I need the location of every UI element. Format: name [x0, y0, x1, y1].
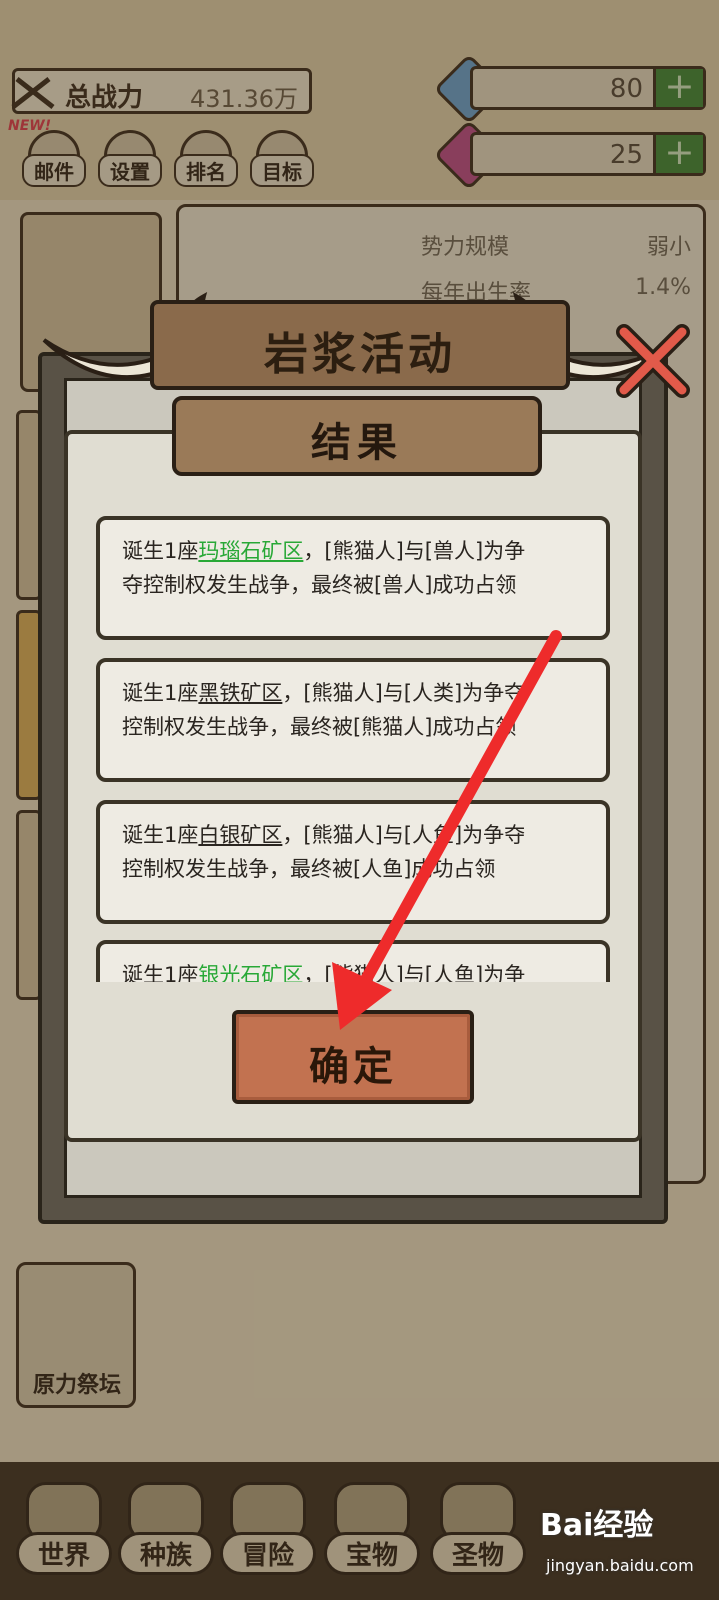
result-line-2: 控制权发生战争，最终被[熊猫人]成功占领 [122, 715, 517, 739]
result-line-1: 诞生1座银光石矿区，[熊猫人]与[人鱼]为争 [122, 958, 584, 982]
result-line-1: 诞生1座玛瑙石矿区，[熊猫人]与[兽人]为争 [122, 539, 526, 563]
baidu-jingyan-watermark: Bai经验 jingyan.baidu.com [540, 1500, 710, 1590]
dialog-title: 岩浆活动 [264, 329, 456, 380]
close-icon[interactable] [610, 318, 696, 404]
list-item: 诞生1座玛瑙石矿区，[熊猫人]与[兽人]为争 夺控制权发生战争，最终被[兽人]成… [96, 516, 610, 640]
result-line-1: 诞生1座黑铁矿区，[熊猫人]与[人类]为争夺 [122, 681, 526, 705]
list-item: 诞生1座银光石矿区，[熊猫人]与[人鱼]为争 [96, 940, 610, 982]
location-link[interactable]: 玛瑙石矿区 [198, 539, 303, 563]
list-item: 诞生1座黑铁矿区，[熊猫人]与[人类]为争夺 控制权发生战争，最终被[熊猫人]成… [96, 658, 610, 782]
watermark-site: jingyan.baidu.com [546, 1556, 694, 1575]
confirm-label: 确定 [309, 1044, 397, 1090]
results-subtitle-banner: 结果 [172, 396, 542, 476]
watermark-logo: Bai经验 [540, 1508, 654, 1543]
result-line-2: 控制权发生战争，最终被[人鱼]成功占领 [122, 857, 496, 881]
results-subtitle: 结果 [311, 420, 403, 466]
location-link[interactable]: 白银矿区 [198, 823, 282, 847]
dialog-title-banner: 岩浆活动 [150, 300, 570, 390]
confirm-button[interactable]: 确定 [232, 1010, 474, 1104]
result-line-1: 诞生1座白银矿区，[熊猫人]与[人鱼]为争夺 [122, 823, 526, 847]
results-list[interactable]: 诞生1座玛瑙石矿区，[熊猫人]与[兽人]为争 夺控制权发生战争，最终被[兽人]成… [96, 512, 616, 982]
result-line-2: 夺控制权发生战争，最终被[兽人]成功占领 [122, 573, 517, 597]
location-link[interactable]: 银光石矿区 [198, 963, 303, 982]
location-link[interactable]: 黑铁矿区 [198, 681, 282, 705]
list-item: 诞生1座白银矿区，[熊猫人]与[人鱼]为争夺 控制权发生战争，最终被[人鱼]成功… [96, 800, 610, 924]
horn-ornament-left-icon [42, 338, 159, 380]
